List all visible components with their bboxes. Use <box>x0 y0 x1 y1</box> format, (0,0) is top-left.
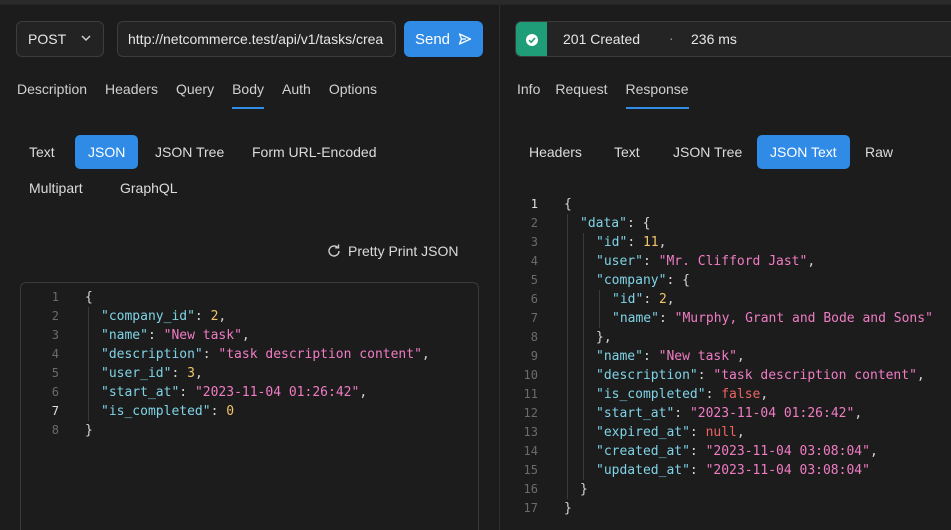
indent-guide <box>88 307 89 421</box>
line-number: 12 <box>523 406 538 420</box>
line-number: 2 <box>530 216 538 230</box>
view-type-json-text[interactable]: JSON Text <box>757 135 850 169</box>
code-line: "created_at": "2023-11-04 03:08:04", <box>596 444 878 459</box>
tab-description[interactable]: Description <box>17 79 87 103</box>
pretty-print-label: Pretty Print JSON <box>348 243 459 259</box>
line-number: 7 <box>530 311 538 325</box>
code-line: { <box>564 197 572 212</box>
request-pane: POST http://netcommerce.test/api/v1/task… <box>0 5 499 530</box>
response-time: 236 ms <box>691 31 737 47</box>
line-number: 9 <box>530 349 538 363</box>
code-line: "id": 2, <box>612 292 675 307</box>
check-circle-icon <box>525 34 538 46</box>
status-separator: · <box>669 30 674 46</box>
line-number: 8 <box>530 330 538 344</box>
code-line: "user": "Mr. Clifford Jast", <box>596 254 816 269</box>
code-line: "name": "Murphy, Grant and Bode and Sons… <box>612 311 933 326</box>
chevron-down-icon <box>81 35 91 42</box>
tab-auth[interactable]: Auth <box>282 79 311 103</box>
indent-guide <box>567 214 568 499</box>
tab-request[interactable]: Request <box>555 79 607 103</box>
line-number: 5 <box>51 366 59 380</box>
send-label: Send <box>414 30 451 48</box>
code-line: "description": "task description content… <box>596 368 925 383</box>
tab-query[interactable]: Query <box>176 79 214 103</box>
line-number: 15 <box>523 463 538 477</box>
body-type-form-url-encoded[interactable]: Form URL-Encoded <box>239 135 390 169</box>
line-number: 14 <box>523 444 538 458</box>
code-line: } <box>564 501 572 516</box>
line-number: 1 <box>51 290 59 304</box>
code-line: "is_completed": false, <box>596 387 769 402</box>
tab-body[interactable]: Body <box>232 79 264 109</box>
line-number: 11 <box>523 387 538 401</box>
body-type-text[interactable]: Text <box>16 135 68 169</box>
tab-options[interactable]: Options <box>329 79 377 103</box>
code-line: }, <box>596 330 612 345</box>
code-line: "updated_at": "2023-11-04 03:08:04" <box>596 463 870 478</box>
send-icon <box>458 33 472 45</box>
code-line: "expired_at": null, <box>596 425 745 440</box>
view-type-json-tree[interactable]: JSON Tree <box>660 135 755 169</box>
code-line: { <box>85 290 93 305</box>
code-line: "data": { <box>580 216 651 231</box>
code-line: "company": { <box>596 273 690 288</box>
line-number: 17 <box>523 501 538 515</box>
code-line: "start_at": "2023-11-04 01:26:42", <box>596 406 863 421</box>
line-number: 3 <box>51 328 59 342</box>
line-number: 4 <box>530 254 538 268</box>
code-line: "company_id": 2, <box>101 309 227 324</box>
code-line: "name": "New task", <box>596 349 745 364</box>
request-tabs: Description Headers Query Body Auth Opti… <box>17 79 395 109</box>
request-body-editor[interactable]: 1 2 3 4 5 6 7 8 { "company_id": 2, "name… <box>20 282 479 530</box>
tab-response[interactable]: Response <box>625 79 689 109</box>
refresh-icon <box>328 244 340 257</box>
line-number: 16 <box>523 482 538 496</box>
line-number: 10 <box>523 368 538 382</box>
line-number: 2 <box>51 309 59 323</box>
indent-guide <box>583 233 584 480</box>
url-value: http://netcommerce.test/api/v1/tasks/cre… <box>128 31 384 47</box>
code-line: "user_id": 3, <box>101 366 203 381</box>
code-line: } <box>85 423 93 438</box>
response-pane: 201 Created · 236 ms Info Request Respon… <box>500 5 951 530</box>
body-type-multipart[interactable]: Multipart <box>16 171 96 205</box>
line-number: 6 <box>51 385 59 399</box>
response-tabs: Info Request Response <box>517 79 707 109</box>
view-type-text[interactable]: Text <box>601 135 653 169</box>
code-line: "name": "New task", <box>101 328 250 343</box>
body-type-json-tree[interactable]: JSON Tree <box>142 135 237 169</box>
body-type-graphql[interactable]: GraphQL <box>107 171 191 205</box>
line-number: 3 <box>530 235 538 249</box>
send-button[interactable]: Send <box>404 21 483 57</box>
status-badge <box>516 22 547 56</box>
line-number: 13 <box>523 425 538 439</box>
indent-guide <box>599 290 600 328</box>
http-method-label: POST <box>28 31 67 47</box>
body-type-json[interactable]: JSON <box>75 135 139 169</box>
line-number: 8 <box>51 423 59 437</box>
response-body-viewer[interactable]: 1 2 3 4 5 6 7 8 9 10 11 12 13 14 15 16 1… <box>500 193 951 530</box>
http-method-select[interactable]: POST <box>16 21 104 57</box>
line-number: 6 <box>530 292 538 306</box>
line-number: 1 <box>530 197 538 211</box>
code-line: "start_at": "2023-11-04 01:26:42", <box>101 385 368 400</box>
tab-info[interactable]: Info <box>517 79 540 103</box>
view-type-raw[interactable]: Raw <box>852 135 906 169</box>
url-input[interactable]: http://netcommerce.test/api/v1/tasks/cre… <box>117 21 396 57</box>
code-line: "description": "task description content… <box>101 347 430 362</box>
line-number: 5 <box>530 273 538 287</box>
line-number: 4 <box>51 347 59 361</box>
code-line: "is_completed": 0 <box>101 404 235 419</box>
response-status-bar: 201 Created · 236 ms <box>515 21 951 57</box>
pretty-print-button[interactable]: Pretty Print JSON <box>326 243 458 259</box>
tab-headers[interactable]: Headers <box>105 79 158 103</box>
code-line: } <box>580 482 588 497</box>
view-type-headers[interactable]: Headers <box>516 135 595 169</box>
status-code: 201 Created <box>563 31 641 47</box>
code-line: "id": 11, <box>596 235 667 250</box>
line-number-current: 7 <box>51 404 59 418</box>
